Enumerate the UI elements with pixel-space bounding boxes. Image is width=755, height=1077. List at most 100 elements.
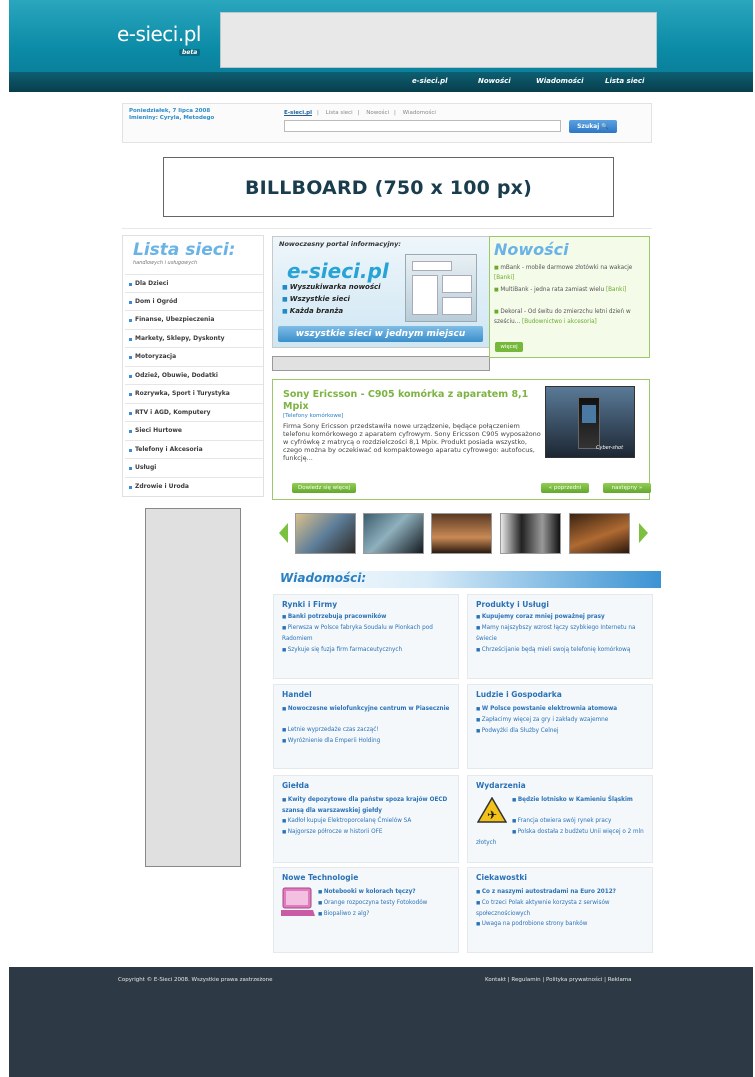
billboard-ad[interactable]: BILLBOARD (750 x 100 px)	[163, 157, 614, 217]
date-info: Poniedziałek, 7 lipca 2008 Imieniny: Cyr…	[129, 108, 214, 122]
sidebar-item-rtv-agd[interactable]: RTV i AGD, Komputery	[125, 403, 263, 421]
svg-text:✈: ✈	[487, 808, 497, 822]
news-link[interactable]: W Polsce powstanie elektrownia atomowa	[476, 704, 654, 715]
news-link[interactable]: Biopaliwo z alg?	[318, 909, 458, 920]
sidebar-item-dom-i-ogrod[interactable]: Dom i Ogród	[125, 292, 263, 310]
news-link[interactable]: Co trzeci Polak aktywnie korzysta z serw…	[476, 898, 654, 919]
promo-bullet: Wszystkie sieci	[282, 295, 350, 303]
current-date: Poniedziałek, 7 lipca 2008	[129, 108, 211, 114]
nav-wiadomosci[interactable]: Wiadomości	[536, 77, 583, 85]
news-link[interactable]: Pierwsza w Polsce fabryka Soudalu w Pion…	[282, 623, 460, 644]
carousel-thumb[interactable]	[569, 513, 630, 554]
nowosci-title: Nowości	[494, 240, 569, 259]
footer-links[interactable]: Kontakt | Regulamin | Polityka prywatnoś…	[485, 977, 632, 983]
news-link[interactable]: Letnie wyprzedaże czas zacząć!	[282, 725, 460, 736]
carousel-thumb[interactable]	[500, 513, 561, 554]
carousel-right-arrow-icon[interactable]	[639, 523, 648, 543]
ad-placeholder-bar[interactable]	[272, 356, 490, 371]
sidebar-item-dla-dzieci[interactable]: Dla Dzieci	[125, 274, 263, 292]
news-link[interactable]: Orange rozpoczyna testy Fotokodów	[318, 898, 458, 909]
read-more-button[interactable]: Dowiedz się więcej	[292, 483, 356, 493]
search-tab-wiadomosci[interactable]: Wiadomości	[403, 110, 436, 116]
carousel-left-arrow-icon[interactable]	[279, 523, 288, 543]
news-link[interactable]: Zapłacimy więcej za gry i zakłady wzajem…	[476, 715, 654, 726]
news-link[interactable]: Kadłoł kupuje Elektroporcelanę Ćmielów S…	[282, 816, 460, 827]
promo-logo: e-sieci.pl	[287, 259, 389, 283]
news-link[interactable]: Wyróżnienie dla Emperii Holding	[282, 736, 460, 747]
nowosci-more-button[interactable]: więcej	[495, 342, 523, 352]
news-link[interactable]: Mamy najszybszy wzrost łączy szybkiego I…	[476, 623, 654, 644]
news-link[interactable]: Uwaga na podrobione strony banków	[476, 919, 654, 930]
nowosci-item[interactable]: Dekoral - Od świtu do zmierzchu letni dz…	[494, 307, 642, 327]
sidebar-title: Lista sieci:	[133, 240, 236, 260]
news-box-title[interactable]: Ludzie i Gospodarka	[476, 690, 562, 699]
news-box-title[interactable]: Giełda	[282, 781, 309, 790]
name-day: Imieniny: Cyryla, Metodego	[129, 115, 215, 121]
promo-bullet: Każda branża	[282, 307, 343, 315]
featured-body: Firma Sony Ericsson przedstawiła nowe ur…	[283, 422, 541, 462]
sidebar-item-finanse[interactable]: Finanse, Ubezpieczenia	[125, 310, 263, 328]
featured-title[interactable]: Sony Ericsson - C905 komórka z aparatem …	[283, 389, 535, 413]
sidebar-item-zdrowie[interactable]: Zdrowie i Uroda	[125, 477, 263, 495]
news-link[interactable]: Najgorsze półrocze w historii OFE	[282, 827, 460, 838]
news-link[interactable]: Chrześcijanie będą mieli swoją telefonię…	[476, 645, 654, 656]
sidebar-item-rozrywka[interactable]: Rozrywka, Sport i Turystyka	[125, 384, 263, 402]
news-link[interactable]: Banki potrzebują pracowników	[282, 612, 460, 623]
news-box-title[interactable]: Wydarzenia	[476, 781, 526, 790]
wiadomosci-title: Wiadomości:	[280, 571, 367, 585]
sidebar-item-telefony[interactable]: Telefony i Akcesoria	[125, 440, 263, 458]
divider	[122, 228, 652, 229]
promo-title: Nowoczesny portal informacyjny:	[279, 240, 402, 248]
carousel-thumb[interactable]	[295, 513, 356, 554]
next-button[interactable]: następny »	[603, 483, 651, 493]
news-link[interactable]: Co z naszymi autostradami na Euro 2012?	[476, 887, 654, 898]
site-logo[interactable]: e-sieci.pl	[117, 22, 201, 46]
news-link[interactable]: Nowoczesne wielofunkcyjne centrum w Pias…	[282, 704, 460, 715]
news-box-title[interactable]: Ciekawostki	[476, 873, 527, 882]
featured-image-brand: Cyber-shot	[596, 445, 624, 451]
search-tab-nowosci[interactable]: Nowości	[366, 110, 389, 116]
featured-category[interactable]: [Telefony komórkowe]	[283, 413, 343, 419]
nowosci-item[interactable]: mBank - mobile darmowe złotówki na wakac…	[494, 263, 642, 283]
sidebar-item-uslugi[interactable]: Usługi	[125, 458, 263, 476]
search-tab-lista[interactable]: Lista sieci	[326, 110, 353, 116]
news-box-title[interactable]: Nowe Technologie	[282, 873, 358, 882]
news-link[interactable]: Kwity depozytowe dla państw spoza krajów…	[282, 795, 460, 816]
sidebar-item-sieci-hurtowe[interactable]: Sieci Hurtowe	[125, 421, 263, 439]
promo-slogan: wszystkie sieci w jednym miejscu	[278, 326, 483, 342]
nav-nowosci[interactable]: Nowości	[478, 77, 511, 85]
news-link[interactable]: Będzie lotnisko w Kamieniu Śląskim	[512, 795, 654, 806]
nav-home[interactable]: e-sieci.pl	[412, 77, 448, 85]
news-box-title[interactable]: Produkty i Usługi	[476, 600, 549, 609]
news-link[interactable]: Francja otwiera swój rynek pracy	[512, 816, 654, 827]
header-ad-banner[interactable]	[220, 12, 657, 68]
news-link[interactable]: Polska dostała z budżetu Unii więcej o 2…	[476, 827, 654, 848]
carousel-thumb[interactable]	[363, 513, 424, 554]
footer-copyright: Copyright © E-Sieci 2008. Wszystkie praw…	[118, 977, 273, 983]
news-box-title[interactable]: Handel	[282, 690, 312, 699]
news-link[interactable]: Szykuje się fuzja firm farmaceutycznych	[282, 645, 460, 656]
page: e-sieci.pl beta e-sieci.pl Nowości Wiado…	[9, 0, 753, 1077]
sidebar-item-odziez[interactable]: Odzież, Obuwie, Dodatki	[125, 366, 263, 384]
previous-button[interactable]: « poprzedni	[541, 483, 589, 493]
laptop-image	[281, 887, 315, 916]
footer	[9, 967, 753, 1077]
nowosci-item[interactable]: MultiBank - jedna rata zamiast wielu [Ba…	[494, 285, 642, 295]
nav-lista-sieci[interactable]: Lista sieci	[605, 77, 644, 85]
search-tab-esieci[interactable]: E-sieci.pl	[284, 110, 312, 116]
promo-bullet: Wyszukiwarka nowości	[282, 283, 381, 291]
carousel-thumb[interactable]	[431, 513, 492, 554]
news-link[interactable]: Podwyżki dla Służby Celnej	[476, 726, 654, 737]
sidebar-item-markety[interactable]: Markety, Sklepy, Dyskonty	[125, 329, 263, 347]
featured-image[interactable]: Cyber-shot	[545, 386, 635, 458]
search-button[interactable]: Szukaj 🔍	[569, 120, 617, 133]
news-box-title[interactable]: Rynki i Firmy	[282, 600, 337, 609]
sidebar-subtitle: handlowych i usługowych	[133, 260, 198, 266]
beta-badge: beta	[179, 49, 201, 56]
sidebar-item-motoryzacja[interactable]: Motoryzacja	[125, 347, 263, 365]
search-input[interactable]	[284, 120, 561, 132]
news-link[interactable]: Kupujemy coraz mniej poważnej prasy	[476, 612, 654, 623]
airport-sign-icon: ✈	[477, 797, 507, 823]
sidebar-ad-skyscraper[interactable]	[145, 508, 241, 867]
news-link[interactable]: Notebooki w kolorach tęczy?	[318, 887, 458, 898]
